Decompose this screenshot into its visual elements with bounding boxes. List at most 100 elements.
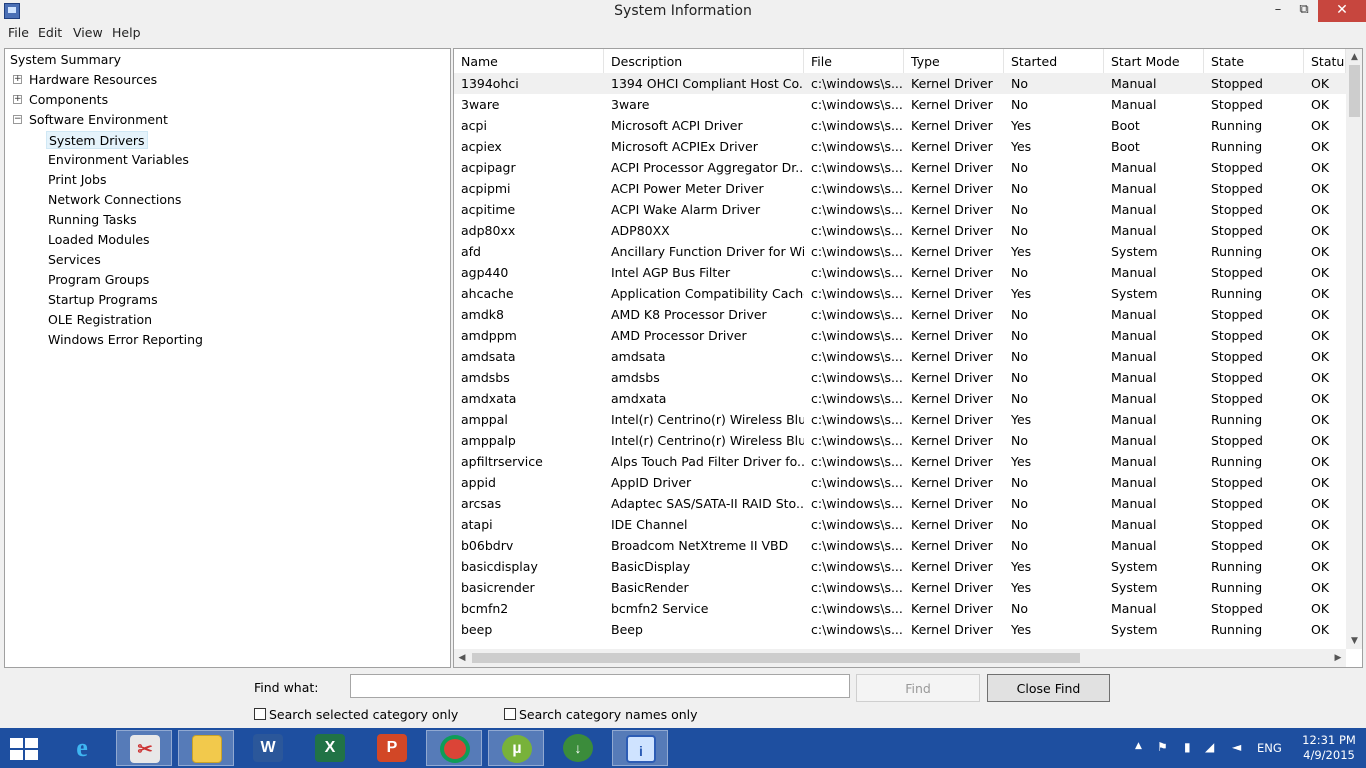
- column-header-start-mode[interactable]: Start Mode: [1104, 49, 1204, 73]
- download-manager-taskbar-button[interactable]: ↓: [550, 730, 606, 766]
- tree-item-ole-registration[interactable]: OLE Registration: [48, 311, 152, 329]
- menu-help[interactable]: Help: [112, 25, 141, 40]
- table-row[interactable]: amppalp Intel(r) Centrino(r) Wireless Blu…: [454, 430, 1346, 451]
- table-row[interactable]: amppal Intel(r) Centrino(r) Wireless Blu.…: [454, 409, 1346, 430]
- table-row[interactable]: 3ware 3ware c:\windows\s... Kernel Driver No…: [454, 94, 1346, 115]
- column-header-status[interactable]: Status: [1304, 49, 1346, 73]
- table-row[interactable]: acpiex Microsoft ACPIEx Driver c:\windows\…: [454, 136, 1346, 157]
- table-row[interactable]: acpipmi ACPI Power Meter Driver c:\windows…: [454, 178, 1346, 199]
- menu-file[interactable]: File: [8, 25, 29, 40]
- excel-taskbar-button[interactable]: X: [302, 730, 358, 766]
- table-row[interactable]: acpipagr ACPI Processor Aggregator Dr... c…: [454, 157, 1346, 178]
- drivers-list[interactable]: Name Description File Type Started Start…: [453, 48, 1363, 668]
- scroll-down-arrow-icon[interactable]: ▼: [1346, 633, 1362, 649]
- tree-item-windows-error-reporting[interactable]: Windows Error Reporting: [48, 331, 203, 349]
- internet-explorer-taskbar-button[interactable]: e: [54, 730, 110, 766]
- tree-item-software-environment[interactable]: Software Environment: [29, 111, 168, 129]
- column-header-state[interactable]: State: [1204, 49, 1304, 73]
- taskbar-clock[interactable]: 12:31 PM 4/9/2015: [1294, 733, 1364, 763]
- table-row[interactable]: atapi IDE Channel c:\windows\s... Kernel Dr…: [454, 514, 1346, 535]
- tree-item-loaded-modules[interactable]: Loaded Modules: [48, 231, 150, 249]
- tree-item-components[interactable]: Components: [29, 91, 108, 109]
- tree-item-program-groups[interactable]: Program Groups: [48, 271, 149, 289]
- table-row[interactable]: acpitime ACPI Wake Alarm Driver c:\windows…: [454, 199, 1346, 220]
- input-language-indicator[interactable]: ENG: [1257, 741, 1282, 755]
- network-signal-icon[interactable]: ◢: [1205, 740, 1214, 754]
- table-row[interactable]: acpi Microsoft ACPI Driver c:\windows\s...…: [454, 115, 1346, 136]
- expand-hardware-resources-icon[interactable]: +: [13, 75, 22, 84]
- close-find-button[interactable]: Close Find: [987, 674, 1110, 702]
- tree-item-services[interactable]: Services: [48, 251, 101, 269]
- table-row[interactable]: arcsas Adaptec SAS/SATA-II RAID Sto... c:\…: [454, 493, 1346, 514]
- table-row[interactable]: agp440 Intel AGP Bus Filter c:\windows\s..…: [454, 262, 1346, 283]
- cell-status: OK: [1311, 580, 1330, 595]
- utorrent-taskbar-button[interactable]: µ: [488, 730, 544, 766]
- table-row[interactable]: bcmfn2 bcmfn2 Service c:\windows\s... Kerne…: [454, 598, 1346, 619]
- column-header-description[interactable]: Description: [604, 49, 804, 73]
- table-row[interactable]: amdxata amdxata c:\windows\s... Kernel Driv…: [454, 388, 1346, 409]
- table-row[interactable]: apfiltrservice Alps Touch Pad Filter Driv…: [454, 451, 1346, 472]
- horizontal-scrollbar[interactable]: ◀ ▶: [454, 649, 1346, 667]
- minimize-button[interactable]: –: [1264, 0, 1292, 22]
- scroll-left-arrow-icon[interactable]: ◀: [454, 649, 470, 667]
- menu-edit[interactable]: Edit: [38, 25, 62, 40]
- cell-state: Stopped: [1211, 475, 1263, 490]
- find-what-input[interactable]: [350, 674, 850, 698]
- menu-view[interactable]: View: [73, 25, 103, 40]
- chrome-taskbar-button[interactable]: [426, 730, 482, 766]
- table-row[interactable]: amdk8 AMD K8 Processor Driver c:\windows\s…: [454, 304, 1346, 325]
- table-row[interactable]: 1394ohci 1394 OHCI Compliant Host Co... c:…: [454, 73, 1346, 94]
- table-row[interactable]: afd Ancillary Function Driver for Wi... c:…: [454, 241, 1346, 262]
- snipping-tool-taskbar-button[interactable]: ✂: [116, 730, 172, 766]
- system-information-taskbar-button[interactable]: i: [612, 730, 668, 766]
- table-row[interactable]: adp80xx ADP80XX c:\windows\s... Kernel Driv…: [454, 220, 1346, 241]
- tree-item-environment-variables[interactable]: Environment Variables: [48, 151, 189, 169]
- battery-icon[interactable]: ▮: [1184, 740, 1191, 754]
- tree-item-system-summary[interactable]: System Summary: [10, 51, 121, 69]
- cell-description: AMD K8 Processor Driver: [611, 307, 767, 322]
- scroll-up-arrow-icon[interactable]: ▲: [1346, 49, 1362, 65]
- scroll-right-arrow-icon[interactable]: ▶: [1330, 649, 1346, 667]
- table-row[interactable]: b06bdrv Broadcom NetXtreme II VBD c:\windo…: [454, 535, 1346, 556]
- start-button[interactable]: [10, 738, 40, 760]
- search-category-names-option[interactable]: Search category names only: [504, 707, 698, 722]
- tree-item-running-tasks[interactable]: Running Tasks: [48, 211, 137, 229]
- horizontal-scroll-thumb[interactable]: [472, 653, 1080, 663]
- column-header-started[interactable]: Started: [1004, 49, 1104, 73]
- table-row[interactable]: basicdisplay BasicDisplay c:\windows\s... K…: [454, 556, 1346, 577]
- tree-item-network-connections[interactable]: Network Connections: [48, 191, 181, 209]
- category-tree[interactable]: System Summary + Hardware Resources + Co…: [4, 48, 451, 668]
- collapse-software-environment-icon[interactable]: −: [13, 115, 22, 124]
- table-row[interactable]: amdsbs amdsbs c:\windows\s... Kernel Driver…: [454, 367, 1346, 388]
- tree-item-print-jobs[interactable]: Print Jobs: [48, 171, 107, 189]
- find-button[interactable]: Find: [856, 674, 980, 702]
- tree-item-startup-programs[interactable]: Startup Programs: [48, 291, 158, 309]
- expand-components-icon[interactable]: +: [13, 95, 22, 104]
- search-selected-category-checkbox[interactable]: [254, 708, 266, 720]
- powerpoint-taskbar-button[interactable]: P: [364, 730, 420, 766]
- tree-item-system-drivers[interactable]: System Drivers: [46, 131, 148, 149]
- close-window-button[interactable]: ✕: [1318, 0, 1366, 22]
- tree-item-hardware-resources[interactable]: Hardware Resources: [29, 71, 157, 89]
- column-header-file[interactable]: File: [804, 49, 904, 73]
- show-hidden-icons-icon[interactable]: ▲: [1135, 741, 1142, 751]
- vertical-scrollbar[interactable]: ▲ ▼: [1346, 49, 1362, 649]
- table-row[interactable]: amdppm AMD Processor Driver c:\windows\s..…: [454, 325, 1346, 346]
- cell-start-mode: System: [1111, 559, 1158, 574]
- search-selected-category-option[interactable]: Search selected category only: [254, 707, 458, 722]
- table-row[interactable]: amdsata amdsata c:\windows\s... Kernel Driv…: [454, 346, 1346, 367]
- action-center-flag-icon[interactable]: ⚑: [1157, 740, 1168, 754]
- restore-button[interactable]: ⧉: [1290, 0, 1318, 22]
- column-header-name[interactable]: Name: [454, 49, 604, 73]
- file-explorer-taskbar-button[interactable]: [178, 730, 234, 766]
- volume-icon[interactable]: ◄: [1232, 740, 1241, 754]
- cell-state: Running: [1211, 559, 1263, 574]
- vertical-scroll-thumb[interactable]: [1349, 65, 1360, 117]
- table-row[interactable]: ahcache Application Compatibility Cache c:…: [454, 283, 1346, 304]
- table-row[interactable]: appid AppID Driver c:\windows\s... Kernel D…: [454, 472, 1346, 493]
- word-taskbar-button[interactable]: W: [240, 730, 296, 766]
- table-row[interactable]: beep Beep c:\windows\s... Kernel Driver Yes S…: [454, 619, 1346, 640]
- table-row[interactable]: basicrender BasicRender c:\windows\s... Ker…: [454, 577, 1346, 598]
- column-header-type[interactable]: Type: [904, 49, 1004, 73]
- search-category-names-checkbox[interactable]: [504, 708, 516, 720]
